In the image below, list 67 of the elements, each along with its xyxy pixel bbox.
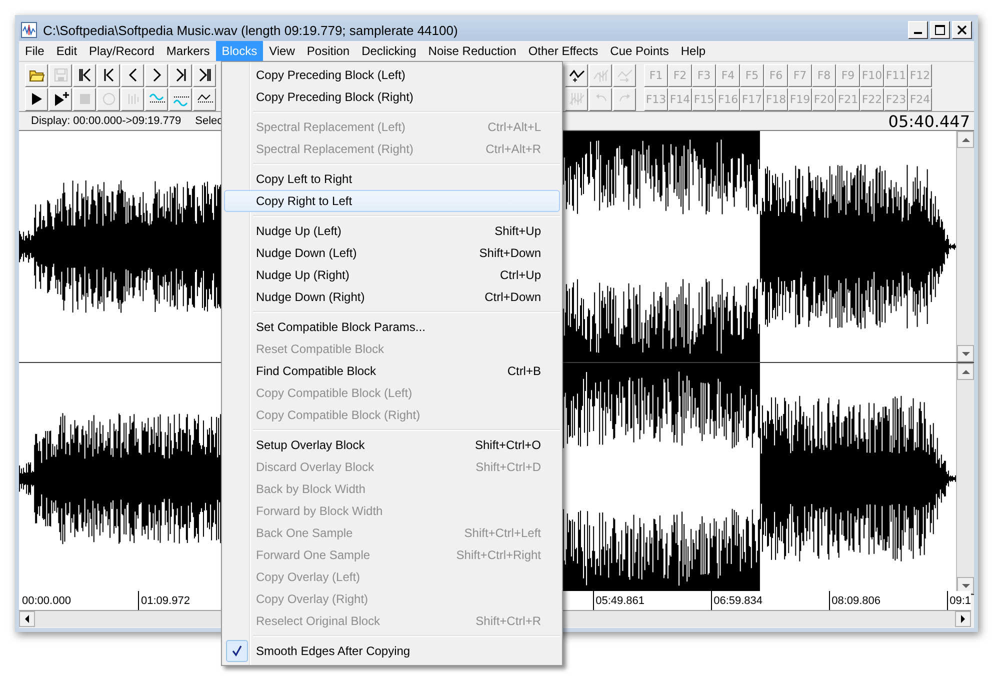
toolbar-button[interactable] xyxy=(193,88,216,110)
menu-item[interactable]: Nudge Down (Left) Shift+Down xyxy=(224,242,560,264)
toolbar-button[interactable] xyxy=(25,64,48,86)
menu-bar-item[interactable]: Blocks xyxy=(216,41,264,61)
menu-bar-item[interactable]: Position xyxy=(300,41,356,61)
maximize-button[interactable] xyxy=(930,21,950,39)
time-readout: 05:40.447 xyxy=(888,112,971,130)
menu-item[interactable]: Copy Preceding Block (Right) xyxy=(224,86,560,108)
down-arrow-icon xyxy=(962,582,970,589)
up-arrow-icon xyxy=(962,136,970,142)
right-arrow-icon xyxy=(960,615,966,623)
menu-bar-item[interactable]: Markers xyxy=(160,41,216,61)
toolbar-button[interactable] xyxy=(25,88,48,110)
minimize-button[interactable] xyxy=(908,21,928,39)
menu-bar-item[interactable]: Declicking xyxy=(356,41,422,61)
toolbar-button[interactable] xyxy=(73,64,96,86)
menu-item[interactable]: Nudge Up (Right) Ctrl+Up xyxy=(224,264,560,286)
menu-bar-item[interactable]: Edit xyxy=(50,41,84,61)
toolbar-button[interactable] xyxy=(121,64,144,86)
vertical-scrollbar[interactable] xyxy=(956,131,974,362)
toolbar-button[interactable] xyxy=(145,64,168,86)
wave-bars-icon xyxy=(568,91,584,107)
wave-arrow-icon xyxy=(616,67,632,83)
menu-item[interactable]: Find Compatible Block Ctrl+B xyxy=(224,360,560,382)
menu-bar-item[interactable]: Noise Reduction xyxy=(422,41,522,61)
wave-plus-icon xyxy=(568,67,584,83)
menu-item[interactable]: Nudge Up (Left) Shift+Up xyxy=(224,220,560,242)
time-label: 08:09.806 xyxy=(828,591,947,610)
display-range-text: Display: 00:00.000->09:19.779 xyxy=(31,115,182,127)
toolbar-button[interactable] xyxy=(565,64,588,86)
up-arrow-icon xyxy=(962,368,970,375)
close-button[interactable] xyxy=(952,21,972,39)
menu-item[interactable]: Smooth Edges After Copying xyxy=(224,640,560,662)
left-arrow-icon xyxy=(24,615,30,623)
menu-bar-item[interactable]: Play/Record xyxy=(83,41,160,61)
menu-bar-item[interactable]: View xyxy=(263,41,301,61)
vertical-scrollbar[interactable] xyxy=(956,363,974,594)
maximize-icon xyxy=(935,25,945,35)
toolbar-button[interactable] xyxy=(49,88,72,110)
menu-item[interactable]: Copy Right to Left xyxy=(224,190,560,212)
window-title: C:\Softpedia\Softpedia Music.wav (length 09:19.779; samplerate 44100) xyxy=(43,22,458,38)
toolbar-button[interactable] xyxy=(169,64,192,86)
waveform-icon xyxy=(21,22,37,38)
play-plus-icon xyxy=(52,91,68,107)
menu-item[interactable]: Setup Overlay Block Shift+Ctrl+O xyxy=(224,434,560,456)
menu-item[interactable]: Copy Left to Right xyxy=(224,168,560,190)
down-arrow-icon xyxy=(962,350,970,357)
menu-bar-item[interactable]: Other Effects xyxy=(522,41,604,61)
menu-bar-item[interactable]: File xyxy=(19,41,50,61)
toolbar-button[interactable] xyxy=(193,64,216,86)
time-label: 09:1 xyxy=(946,591,971,610)
circle-icon xyxy=(100,91,116,107)
time-label: 00:00.000 xyxy=(21,594,72,608)
menu-bar-item[interactable]: Help xyxy=(674,41,712,61)
menu-item[interactable]: Set Compatible Block Params... xyxy=(224,316,560,338)
time-label: 05:49.861 xyxy=(592,591,711,610)
skip-end-icon xyxy=(196,67,212,83)
close-icon xyxy=(957,25,967,35)
minimize-icon xyxy=(914,32,922,34)
time-label: 06:59.834 xyxy=(710,591,829,610)
wave-bars-icon xyxy=(592,67,608,83)
selection-text: Selec xyxy=(195,115,223,127)
toolbar-button[interactable] xyxy=(97,64,120,86)
menu-item[interactable]: Copy Preceding Block (Left) xyxy=(224,64,560,86)
menu-bar-item[interactable]: Cue Points xyxy=(604,41,675,61)
menu-item[interactable]: Nudge Down (Right) Ctrl+Down xyxy=(224,286,560,308)
skip-start-icon xyxy=(76,67,92,83)
